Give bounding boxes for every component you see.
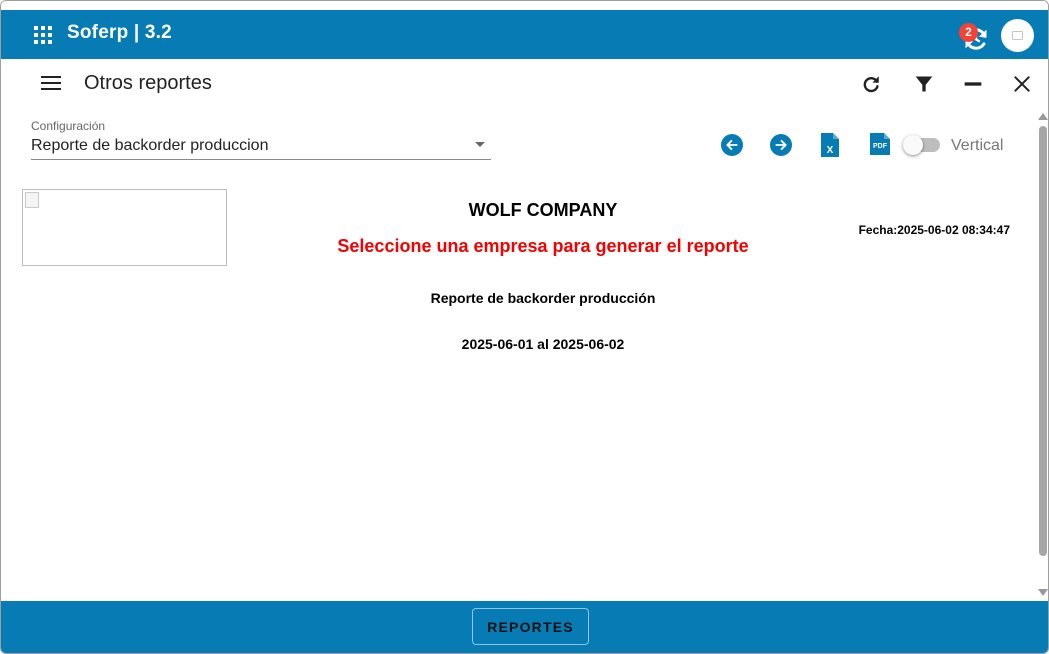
report-date-stamp: Fecha:2025-06-02 08:34:47 <box>858 223 1010 237</box>
minimize-button[interactable] <box>960 71 986 97</box>
avatar[interactable] <box>1001 19 1034 52</box>
orientation-toggle-label: Vertical <box>951 137 1004 154</box>
notification-badge: 2 <box>959 23 978 42</box>
refresh-icon <box>863 76 879 93</box>
report-date-range: 2025-06-01 al 2025-06-02 <box>461 336 625 352</box>
apps-grid-icon[interactable] <box>34 26 52 44</box>
window-top-strip <box>1 1 1048 10</box>
page-toolbar: Otros reportes <box>1 59 1048 109</box>
page-title: Otros reportes <box>84 72 212 94</box>
avatar-image-icon <box>1012 31 1023 40</box>
refresh-button[interactable] <box>858 71 884 97</box>
menu-icon[interactable] <box>41 76 61 90</box>
arrow-left-icon <box>726 139 738 151</box>
reportes-button[interactable]: REPORTES <box>472 608 589 645</box>
close-button[interactable] <box>1009 71 1035 97</box>
excel-glyph: X <box>827 145 834 156</box>
arrow-right-icon <box>775 139 787 151</box>
orientation-toggle[interactable] <box>903 135 940 155</box>
company-logo-image <box>22 189 227 266</box>
pdf-glyph: PDF <box>873 143 888 150</box>
report-company-name: WOLF COMPANY <box>468 200 618 220</box>
filter-icon <box>915 76 933 92</box>
broken-image-icon <box>25 192 39 208</box>
export-excel-button[interactable]: X <box>821 133 839 162</box>
scroll-down-arrow-icon[interactable] <box>1038 589 1048 596</box>
app-window: Soferp | 3.2 2 Otros reportes Configurac… <box>0 0 1049 654</box>
config-selected-value: Reporte de backorder produccion <box>31 137 269 154</box>
sync-history-button[interactable]: 2 <box>959 19 993 53</box>
minimize-icon <box>964 82 982 86</box>
filter-button[interactable] <box>911 71 937 97</box>
toggle-knob[interactable] <box>903 135 923 155</box>
bottom-bar: REPORTES <box>1 601 1048 653</box>
report-name: Reporte de backorder producción <box>430 290 656 306</box>
config-label: Configuración <box>31 119 106 133</box>
excel-file-icon: X <box>821 133 839 157</box>
chevron-down-icon <box>475 142 485 147</box>
previous-button[interactable] <box>721 134 743 156</box>
app-title: Soferp | 3.2 <box>67 22 172 43</box>
select-company-warning: Seleccione una empresa para generar el r… <box>337 236 749 256</box>
scroll-up-arrow-icon[interactable] <box>1038 113 1048 120</box>
export-pdf-button[interactable]: PDF <box>870 133 890 160</box>
app-bar: Soferp | 3.2 2 <box>1 10 1048 59</box>
next-button[interactable] <box>770 134 792 156</box>
config-select[interactable]: Reporte de backorder produccion <box>31 134 491 160</box>
close-icon <box>1014 76 1030 92</box>
scrollbar-thumb[interactable] <box>1039 126 1047 556</box>
pdf-file-icon: PDF <box>870 133 890 155</box>
